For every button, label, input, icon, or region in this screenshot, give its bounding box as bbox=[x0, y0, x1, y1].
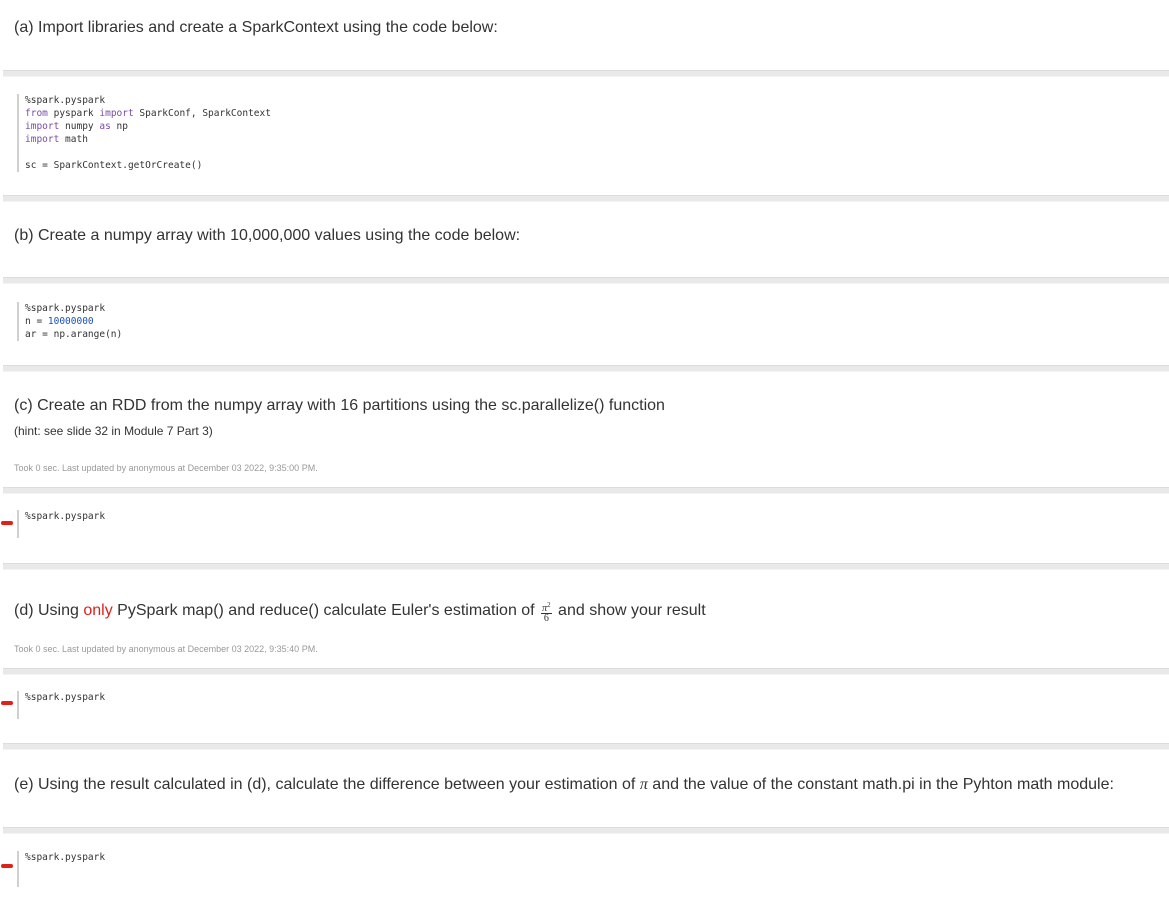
code-text: pyspark bbox=[47, 108, 100, 119]
code-text: np bbox=[110, 121, 128, 132]
paragraph-separator bbox=[3, 743, 1169, 750]
code-keyword: import bbox=[25, 121, 60, 132]
code-line: %spark.pyspark bbox=[25, 692, 106, 703]
code-line: %spark.pyspark bbox=[25, 511, 106, 522]
code-keyword: from bbox=[25, 108, 48, 119]
code-keyword: import bbox=[25, 134, 60, 145]
text-span: and show your result bbox=[558, 602, 706, 619]
code-keyword: as bbox=[99, 121, 111, 132]
paragraph-separator bbox=[3, 70, 1169, 77]
pi-symbol: π bbox=[639, 776, 648, 793]
paragraph-c-text: (c) Create an RDD from the numpy array w… bbox=[14, 397, 665, 414]
paragraph-separator bbox=[3, 487, 1169, 494]
code-line: ar = np.arange(n) bbox=[25, 329, 123, 340]
code-text: n = bbox=[25, 316, 48, 327]
code-text: SparkConf, SparkContext bbox=[133, 108, 271, 119]
paragraph-separator bbox=[3, 563, 1169, 570]
text-span: (d) Using bbox=[14, 602, 84, 619]
paragraph-a-text: (a) Import libraries and create a SparkC… bbox=[14, 19, 498, 36]
paragraph-d-text: (d) Using only PySpark map() and reduce(… bbox=[14, 601, 706, 624]
paragraph-c-status: Took 0 sec. Last updated by anonymous at… bbox=[14, 463, 318, 473]
code-text: math bbox=[59, 134, 88, 145]
fraction-denominator: 6 bbox=[543, 613, 549, 624]
annotation-marker bbox=[1, 521, 13, 525]
fraction-pi-squared-over-six: π2 6 bbox=[541, 601, 552, 624]
paragraph-d-status: Took 0 sec. Last updated by anonymous at… bbox=[14, 644, 318, 654]
fraction-exponent: 2 bbox=[547, 601, 551, 609]
text-span: PySpark map() and reduce() calculate Eul… bbox=[112, 602, 535, 619]
paragraph-separator bbox=[3, 827, 1169, 834]
annotation-marker bbox=[1, 864, 13, 868]
code-editor-e[interactable]: %spark.pyspark bbox=[17, 851, 105, 887]
code-line: sc = SparkContext.getOrCreate() bbox=[25, 160, 203, 171]
code-number: 10000000 bbox=[47, 316, 94, 327]
paragraph-separator bbox=[3, 668, 1169, 675]
text-span: (e) Using the result calculated in (d), … bbox=[14, 776, 636, 793]
paragraph-separator bbox=[3, 277, 1169, 284]
code-line: %spark.pyspark bbox=[25, 303, 106, 314]
paragraph-separator bbox=[3, 195, 1169, 202]
code-editor-c[interactable]: %spark.pyspark bbox=[17, 510, 105, 538]
text-span: and the value of the constant math.pi in… bbox=[652, 776, 1114, 793]
code-line: %spark.pyspark bbox=[25, 852, 106, 863]
code-line: %spark.pyspark bbox=[25, 95, 106, 106]
code-editor-b[interactable]: %spark.pyspark n = 10000000 ar = np.aran… bbox=[17, 302, 122, 341]
code-text: numpy bbox=[59, 121, 100, 132]
annotation-marker bbox=[1, 701, 13, 705]
paragraph-e-text: (e) Using the result calculated in (d), … bbox=[14, 776, 1114, 794]
paragraph-b-text: (b) Create a numpy array with 10,000,000… bbox=[14, 227, 521, 244]
code-editor-d[interactable]: %spark.pyspark bbox=[17, 691, 105, 719]
paragraph-separator bbox=[3, 365, 1169, 372]
paragraph-c-hint: (hint: see slide 32 in Module 7 Part 3) bbox=[14, 424, 213, 438]
code-editor-a[interactable]: %spark.pyspark from pyspark import Spark… bbox=[17, 94, 271, 172]
code-keyword: import bbox=[99, 108, 134, 119]
emphasis-only: only bbox=[83, 602, 113, 619]
